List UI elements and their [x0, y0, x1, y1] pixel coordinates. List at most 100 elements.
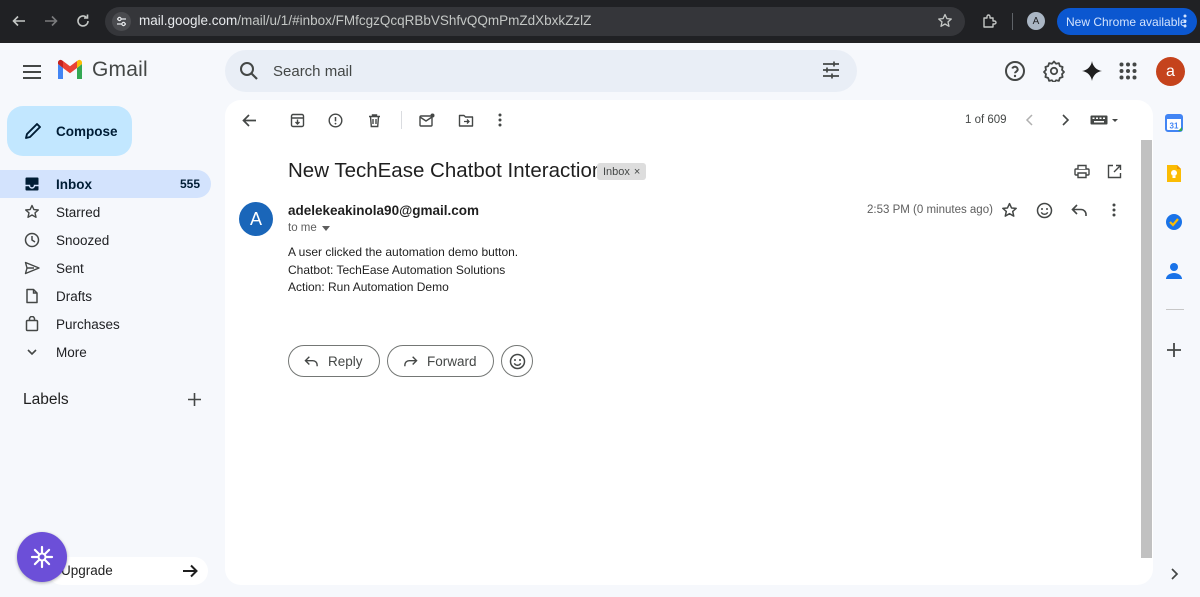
sidebar-item-label: Snoozed: [56, 233, 110, 248]
sender-email[interactable]: adelekeakinola90@gmail.com: [288, 203, 479, 218]
address-bar[interactable]: mail.google.com/mail/u/1/#inbox/FMfcgzQc…: [105, 7, 965, 36]
pencil-icon: [25, 123, 41, 139]
url-path: /mail/u/1/#inbox/FMfcgzQcqRBbVShfvQQmPmZ…: [237, 13, 592, 28]
search-icon[interactable]: [239, 61, 259, 81]
keep-notes-icon[interactable]: [1163, 162, 1185, 184]
compose-button[interactable]: Compose: [7, 106, 132, 156]
profile-avatar[interactable]: A: [1027, 12, 1045, 30]
search-options-icon[interactable]: [821, 60, 841, 80]
print-icon[interactable]: [1073, 162, 1091, 180]
new-chrome-available-button[interactable]: New Chrome available: [1057, 8, 1197, 35]
reload-icon[interactable]: [73, 11, 93, 31]
app-name: Gmail: [92, 58, 148, 81]
mark-unread-icon[interactable]: [418, 111, 436, 129]
site-settings-icon[interactable]: [112, 12, 131, 31]
clock-icon: [24, 232, 40, 248]
forward-icon[interactable]: [41, 11, 61, 31]
account-avatar[interactable]: a: [1156, 57, 1185, 86]
toolbar-divider: [1012, 13, 1013, 30]
recipient-label: to me: [288, 222, 317, 234]
message-subject: New TechEase Chatbot Interaction: [288, 159, 604, 182]
message-body-line: Action: Run Automation Demo: [288, 280, 449, 294]
input-tools-keyboard-icon[interactable]: [1088, 111, 1122, 129]
forward-arrow-icon: [404, 355, 418, 366]
add-reaction-icon[interactable]: [1035, 201, 1053, 219]
archive-icon[interactable]: [288, 111, 306, 129]
older-chevron-right-icon[interactable]: [1056, 111, 1074, 129]
gmail-logo[interactable]: Gmail: [56, 58, 148, 82]
assistant-widget-button[interactable]: [17, 532, 67, 582]
sidebar-item-inbox[interactable]: Inbox 555: [0, 170, 211, 198]
snowflake-icon: [30, 545, 54, 569]
star-icon: [25, 204, 39, 218]
sidebar-item-purchases[interactable]: Purchases: [0, 310, 211, 338]
upgrade-button[interactable]: Upgrade: [48, 557, 208, 585]
report-spam-icon[interactable]: [326, 111, 344, 129]
caret-down-icon[interactable]: [321, 225, 330, 231]
extensions-icon[interactable]: [981, 12, 999, 30]
unread-count: 555: [179, 177, 200, 191]
svg-text:31: 31: [1170, 122, 1179, 131]
sidebar-item-label: Drafts: [56, 289, 93, 304]
badge-label: Inbox: [603, 165, 630, 178]
sidebar-item-sent[interactable]: Sent: [0, 254, 211, 282]
search-input[interactable]: [273, 59, 773, 83]
arrow-right-icon: [183, 564, 198, 578]
message-pager: 1 of 609: [965, 114, 1007, 126]
expand-side-panel-icon[interactable]: [1163, 563, 1185, 585]
bookmark-star-icon[interactable]: [937, 13, 953, 29]
emoji-reaction-button[interactable]: [501, 345, 533, 377]
upgrade-label: Upgrade: [61, 563, 113, 578]
star-message-icon[interactable]: [1000, 201, 1018, 219]
chevron-down-icon: [27, 349, 37, 356]
reply-button[interactable]: Reply: [288, 345, 380, 377]
labels-heading: Labels: [23, 391, 69, 408]
back-icon[interactable]: [9, 11, 29, 31]
add-label-icon[interactable]: [187, 392, 202, 407]
message-body-line: Chatbot: TechEase Automation Solutions: [288, 263, 506, 277]
inbox-label-badge: Inbox ×: [597, 163, 647, 180]
move-to-icon[interactable]: [457, 111, 475, 129]
send-icon: [24, 261, 40, 275]
forward-button[interactable]: Forward: [387, 345, 494, 377]
search-bar: [225, 50, 857, 92]
open-new-window-icon[interactable]: [1105, 162, 1123, 180]
sidebar-item-snoozed[interactable]: Snoozed: [0, 226, 211, 254]
newer-chevron-left-icon[interactable]: [1021, 111, 1039, 129]
add-addon-plus-icon[interactable]: [1163, 339, 1185, 361]
message-time: 2:53 PM (0 minutes ago): [867, 204, 993, 216]
sender-avatar: A: [239, 202, 273, 236]
remove-label-icon[interactable]: ×: [634, 166, 640, 178]
sidebar-item-starred[interactable]: Starred: [0, 198, 211, 226]
apps-grid-icon[interactable]: [1116, 59, 1140, 83]
recipient-details[interactable]: to me: [288, 222, 330, 234]
gemini-sparkle-icon[interactable]: [1080, 59, 1104, 83]
more-options-icon[interactable]: [491, 111, 509, 129]
sidebar-item-label: Purchases: [56, 317, 120, 332]
inbox-icon: [25, 177, 39, 191]
purchases-icon: [25, 316, 39, 332]
sidebar-item-drafts[interactable]: Drafts: [0, 282, 211, 310]
delete-icon[interactable]: [365, 111, 383, 129]
help-icon[interactable]: [1003, 59, 1027, 83]
side-panel-divider: [1166, 309, 1184, 310]
reply-label: Reply: [328, 353, 363, 369]
tasks-icon[interactable]: [1163, 211, 1185, 233]
sidebar-item-more[interactable]: More: [0, 338, 211, 366]
panel-scrollbar[interactable]: [1141, 140, 1152, 558]
calendar-icon[interactable]: 31: [1163, 112, 1185, 134]
reply-icon[interactable]: [1070, 201, 1088, 219]
main-menu-icon[interactable]: [20, 60, 44, 84]
sidebar-item-label: Starred: [56, 205, 101, 220]
new-chrome-label: New Chrome available: [1066, 14, 1187, 29]
url-text: mail.google.com/mail/u/1/#inbox/FMfcgzQc…: [139, 13, 591, 28]
back-to-inbox-icon[interactable]: [240, 111, 258, 129]
contacts-icon[interactable]: [1163, 260, 1185, 282]
smiley-icon: [509, 353, 525, 369]
settings-gear-icon[interactable]: [1042, 59, 1066, 83]
message-more-icon[interactable]: [1105, 201, 1123, 219]
message-body-line: A user clicked the automation demo butto…: [288, 245, 519, 259]
sidebar-item-label: Sent: [56, 261, 84, 276]
compose-label: Compose: [56, 123, 118, 139]
more-vert-icon[interactable]: [1183, 14, 1187, 28]
